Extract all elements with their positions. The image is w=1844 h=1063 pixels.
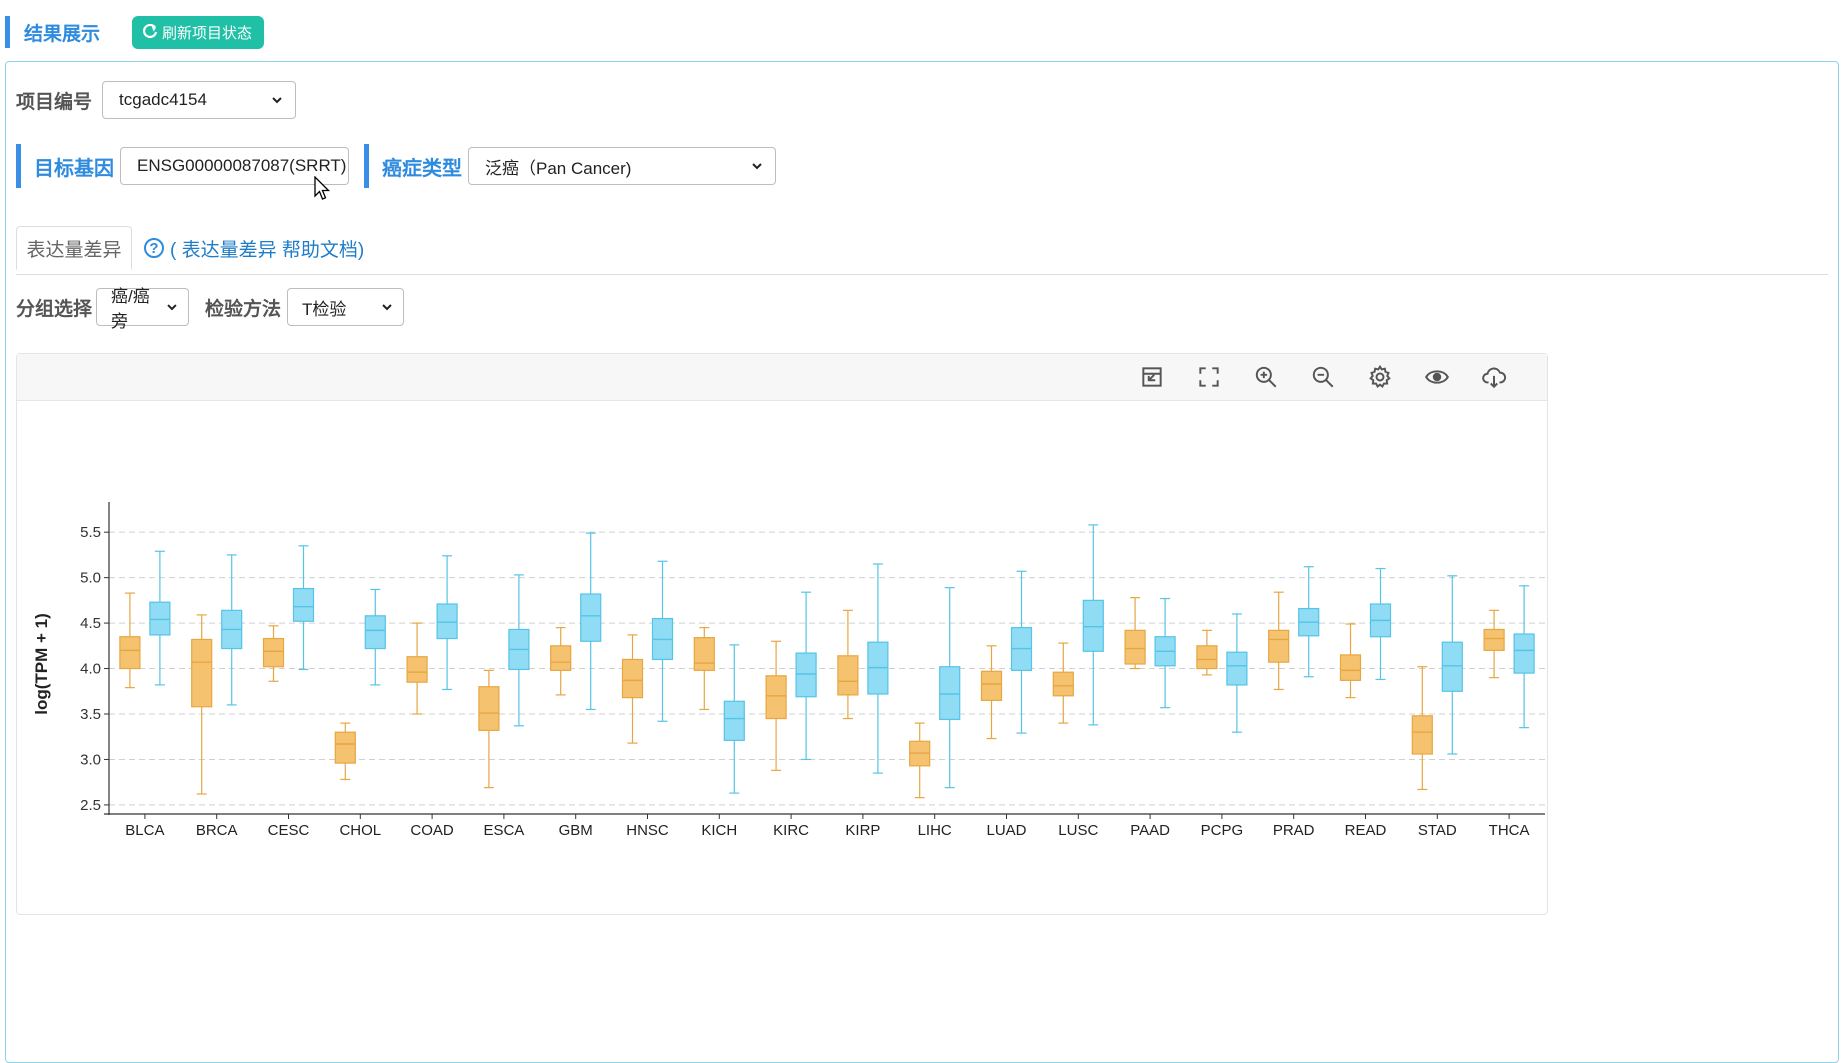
x-tick-label: BRCA: [196, 822, 238, 839]
project-row: 项目编号 tcgadc4154: [16, 62, 297, 138]
normal-box: [939, 666, 961, 721]
x-tick-label: KIRC: [773, 822, 809, 839]
normal-box: [795, 652, 817, 698]
normal-box: [1226, 651, 1248, 686]
tumor-box: [693, 637, 715, 671]
group-select[interactable]: 癌/癌旁: [96, 287, 190, 331]
tumor-box: [1339, 654, 1362, 681]
tumor-box: [478, 686, 500, 731]
test-select-value: T检验: [302, 299, 347, 319]
y-tick-label: 4.0: [80, 661, 101, 678]
tumor-box: [334, 731, 356, 764]
tabs-bar: 表达量差异 ? ( 表达量差异 帮助文档): [16, 226, 1828, 275]
tumor-box: [406, 656, 428, 683]
project-label: 项目编号: [16, 91, 93, 113]
tumor-box: [119, 636, 141, 670]
tumor-box: [1124, 629, 1146, 665]
project-select-value: tcgadc4154: [119, 90, 207, 109]
x-tick-label: HNSC: [626, 822, 669, 839]
tumor-box: [765, 675, 787, 720]
tumor-box: [191, 638, 213, 708]
tumor-box: [550, 645, 572, 671]
cancer-select[interactable]: 泛癌（Pan Cancer): [468, 147, 776, 185]
tab-expression-difference[interactable]: 表达量差异: [16, 226, 132, 270]
normal-box: [1082, 599, 1104, 652]
section-title: 结果展示: [24, 23, 101, 45]
mouse-cursor-icon: [314, 176, 331, 200]
help-link-label: ( 表达量差异 帮助文档): [170, 239, 365, 261]
x-tick-label: PAAD: [1130, 822, 1170, 839]
chevron-down-icon: [167, 304, 177, 311]
test-method-select[interactable]: T检验: [287, 288, 405, 326]
cancer-accent-bar: [364, 144, 369, 188]
tumor-box: [837, 655, 859, 696]
x-tick-label: LIHC: [918, 822, 952, 839]
x-tick-label: READ: [1345, 822, 1387, 839]
gene-label: 目标基因: [34, 157, 114, 180]
boxplot-chart: 2.5 3.0 3.5 4.0 4.5 5.0 5.5 log(TPM + 1) BLCA BRC…: [32, 502, 1545, 839]
refresh-icon: [143, 24, 158, 39]
x-tick-label: LUAD: [986, 822, 1026, 839]
x-tick-label: ESCA: [483, 822, 524, 839]
y-tick-label: 4.5: [80, 615, 101, 632]
x-tick-label: PRAD: [1273, 822, 1315, 839]
group-test-row: 分组选择 癌/癌旁 检验方法 T检验: [16, 287, 405, 331]
help-doc-link[interactable]: ? ( 表达量差异 帮助文档): [144, 226, 364, 270]
chevron-down-icon: [752, 163, 762, 170]
x-tick-label: KICH: [701, 822, 737, 839]
y-tick-label: 3.5: [80, 706, 101, 723]
tumor-box: [621, 658, 644, 699]
normal-box: [1441, 641, 1463, 692]
tumor-box: [1052, 671, 1074, 697]
normal-box: [436, 603, 458, 640]
x-tick-label: KIRP: [845, 822, 880, 839]
chevron-down-icon: [382, 304, 392, 311]
tumor-box: [1483, 628, 1505, 651]
normal-box: [723, 700, 745, 741]
tumor-box: [262, 637, 285, 668]
refresh-project-status-button[interactable]: 刷新项目状态: [132, 15, 265, 49]
cancer-select-value: 泛癌（Pan Cancer): [485, 158, 632, 178]
tumor-box: [980, 670, 1003, 701]
y-tick-label: 3.0: [80, 751, 101, 768]
y-axis-label: log(TPM + 1): [32, 613, 51, 715]
chevron-down-icon: [272, 97, 282, 104]
tumor-box: [1411, 715, 1433, 755]
gene-cancer-row: 目标基因 ENSG00000087087(SRRT) 癌症类型 泛癌（Pan C…: [16, 144, 776, 188]
x-tick-label: BLCA: [125, 822, 164, 839]
chart-panel: 2.5 3.0 3.5 4.0 4.5 5.0 5.5 log(TPM + 1) BLCA BRC…: [16, 353, 1548, 915]
gene-accent-bar: [16, 144, 21, 188]
x-tick-label: CESC: [268, 822, 310, 839]
y-tick-label: 5.5: [80, 524, 101, 541]
x-tick-label: PCPG: [1201, 822, 1244, 839]
x-tick-label: GBM: [559, 822, 593, 839]
group-select-value: 癌/癌旁: [111, 287, 150, 331]
test-label: 检验方法: [205, 298, 282, 320]
help-icon: ?: [144, 238, 164, 258]
y-tick-label: 2.5: [80, 797, 101, 814]
x-tick-label: COAD: [410, 822, 454, 839]
tab-label: 表达量差异: [26, 239, 122, 261]
section-accent-bar: [5, 16, 10, 48]
x-tick-label: STAD: [1418, 822, 1457, 839]
project-select[interactable]: tcgadc4154: [102, 81, 297, 119]
group-label: 分组选择: [16, 298, 93, 320]
section-header: 结果展示 刷新项目状态: [5, 14, 265, 50]
result-panel: 项目编号 tcgadc4154 目标基因 ENSG00000087087(SRR…: [5, 61, 1839, 1063]
tumor-box: [1196, 645, 1218, 670]
normal-box: [1513, 633, 1535, 674]
refresh-button-label: 刷新项目状态: [162, 24, 253, 42]
normal-box: [149, 601, 171, 636]
gene-select-value: ENSG00000087087(SRRT): [137, 156, 347, 175]
normal-box: [580, 593, 602, 642]
cancer-label: 癌症类型: [382, 157, 462, 180]
y-tick-label: 5.0: [80, 570, 101, 587]
tumor-box: [1268, 629, 1290, 663]
x-tick-label: THCA: [1489, 822, 1530, 839]
normal-box: [364, 615, 386, 650]
x-tick-label: LUSC: [1058, 822, 1098, 839]
x-tick-label: CHOL: [339, 822, 381, 839]
normal-box: [292, 587, 315, 622]
